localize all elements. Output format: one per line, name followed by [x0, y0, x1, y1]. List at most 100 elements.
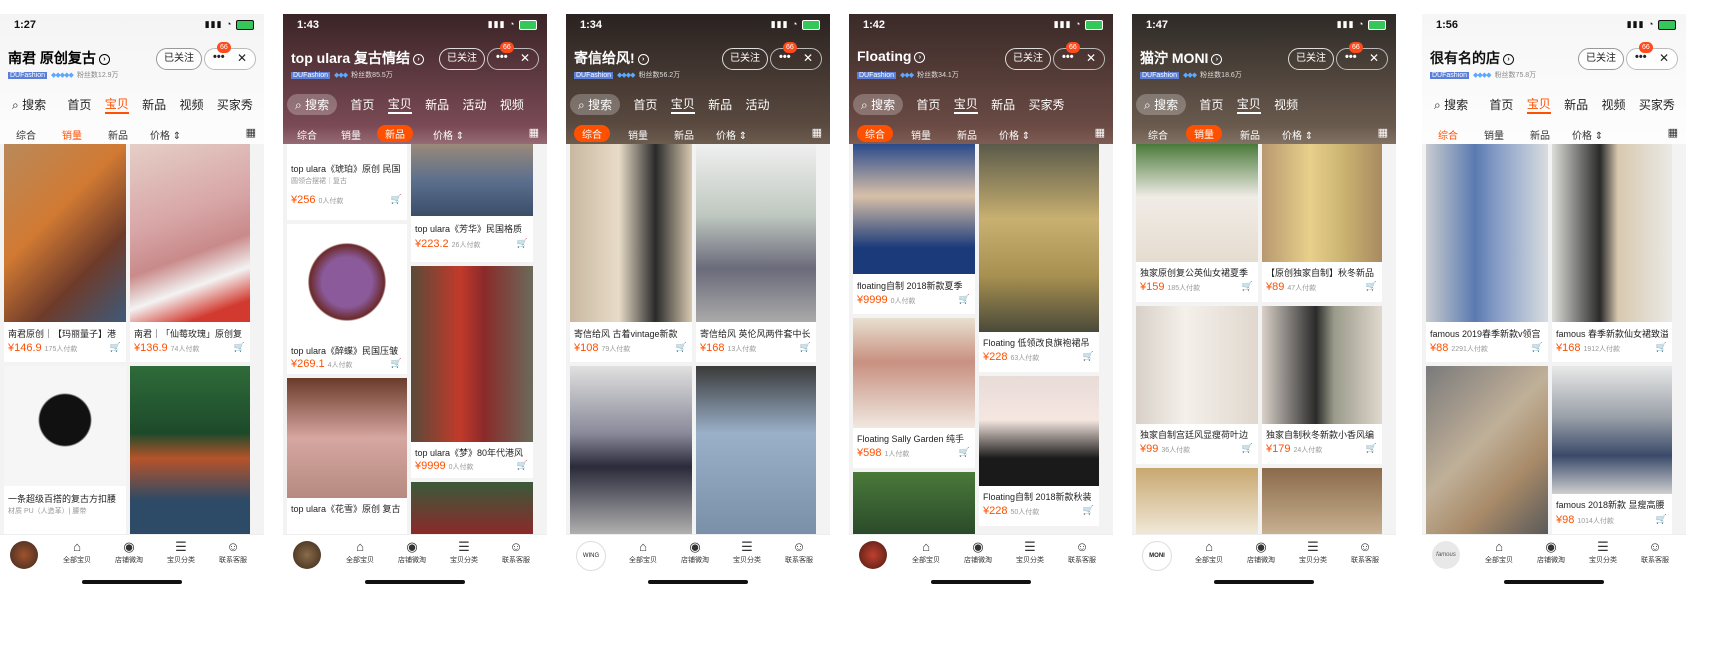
product-card[interactable]: 独家自制宫廷风显瘦荷叶边 ¥99 36人付款 🛒 [1136, 306, 1258, 464]
product-card[interactable] [853, 472, 975, 534]
bottom-all-products[interactable]: ⌂ 全部宝贝 [335, 539, 385, 565]
bottom-contact[interactable]: ☺ 联系客服 [491, 539, 541, 565]
grid-view-icon[interactable]: ▦ [1095, 126, 1105, 139]
store-avatar[interactable] [293, 541, 321, 569]
sort-comprehensive[interactable]: 综合 [1148, 127, 1168, 142]
store-name[interactable]: top ulara 复古情结 › [291, 48, 425, 68]
tab-new[interactable]: 新品 [425, 96, 449, 113]
grid-view-icon[interactable]: ▦ [246, 126, 256, 139]
bottom-categories[interactable]: ☰ 宝贝分类 [1005, 539, 1055, 565]
home-indicator[interactable] [1214, 580, 1314, 584]
tab-home[interactable]: 首页 [350, 96, 374, 113]
cart-icon[interactable]: 🛒 [517, 238, 528, 249]
product-card[interactable]: Floating自制 2018新款秋装 ¥228 50人付款 🛒 [979, 376, 1099, 526]
close-icon[interactable]: ✕ [237, 51, 247, 65]
tab-activity[interactable]: 活动 [746, 96, 770, 113]
cart-icon[interactable]: 🛒 [110, 342, 121, 353]
bottom-store-feed[interactable]: ◉ 店铺微淘 [1526, 539, 1576, 565]
tab-video[interactable]: 视频 [180, 96, 204, 113]
product-card[interactable]: 一条超级百搭的复古方扣腰 材质 PU（人造革）| 腰带 [4, 366, 126, 534]
product-card[interactable]: famous 2018新款 显瘦高腰 ¥98 1014人付款 🛒 [1552, 366, 1672, 534]
tab-new[interactable]: 新品 [142, 96, 166, 113]
tab-new[interactable]: 新品 [991, 96, 1015, 113]
tab-new[interactable]: 新品 [1564, 96, 1588, 113]
product-card[interactable] [1426, 366, 1548, 534]
home-indicator[interactable] [648, 580, 748, 584]
cart-icon[interactable]: 🛒 [676, 342, 687, 353]
tab-search[interactable]: ⌕ 搜索 [853, 94, 904, 115]
tab-buyer-show[interactable]: 买家秀 [217, 96, 253, 113]
info-icon[interactable]: › [98, 53, 110, 65]
cart-icon[interactable]: 🛒 [1532, 342, 1543, 353]
bottom-contact[interactable]: ☺ 联系客服 [774, 539, 824, 565]
sort-sales[interactable]: 销量 [1186, 125, 1222, 142]
store-name[interactable]: 很有名的店 › [1430, 48, 1514, 68]
cart-icon[interactable]: 🛒 [1083, 505, 1094, 516]
tab-home[interactable]: 首页 [67, 96, 91, 113]
sort-price[interactable]: 价格 ⇕ [150, 127, 181, 142]
store-avatar[interactable]: famous [1432, 541, 1460, 569]
tab-products[interactable]: 宝贝 [670, 95, 695, 114]
home-indicator[interactable] [1504, 580, 1604, 584]
bottom-categories[interactable]: ☰ 宝贝分类 [1578, 539, 1628, 565]
bottom-contact[interactable]: ☺ 联系客服 [208, 539, 258, 565]
bottom-categories[interactable]: ☰ 宝贝分类 [722, 539, 772, 565]
close-icon[interactable]: ✕ [1659, 51, 1669, 65]
sort-comprehensive[interactable]: 综合 [574, 125, 610, 142]
cart-icon[interactable]: 🛒 [1083, 351, 1094, 362]
tab-search[interactable]: ⌕ 搜索 [4, 94, 54, 115]
bottom-store-feed[interactable]: ◉ 店铺微淘 [104, 539, 154, 565]
tab-video[interactable]: 视频 [500, 96, 524, 113]
store-avatar[interactable]: WING [576, 541, 606, 571]
product-card[interactable]: top ulara《花雪》原创 复古 [287, 378, 407, 534]
sort-sales[interactable]: 销量 [341, 127, 361, 142]
product-card[interactable]: famous 春季新款仙女裙致溢 ¥168 1912人付款 🛒 [1552, 144, 1672, 362]
tab-products[interactable]: 宝贝 [953, 95, 978, 114]
tab-search[interactable]: ⌕ 搜索 [570, 94, 621, 115]
tab-video[interactable]: 视频 [1274, 96, 1298, 113]
product-card[interactable] [411, 482, 533, 534]
product-card[interactable]: Floating 低领改良旗袍裙吊 ¥228 63人付款 🛒 [979, 144, 1099, 372]
cart-icon[interactable]: 🛒 [391, 194, 402, 205]
cart-icon[interactable]: 🛒 [1656, 342, 1667, 353]
grid-view-icon[interactable]: ▦ [1378, 126, 1388, 139]
product-card[interactable] [696, 366, 816, 534]
close-icon[interactable]: ✕ [520, 51, 530, 65]
close-icon[interactable]: ✕ [1086, 51, 1096, 65]
sort-price[interactable]: 价格 ⇕ [999, 127, 1030, 142]
sort-sales[interactable]: 销量 [911, 127, 931, 142]
bottom-contact[interactable]: ☺ 联系客服 [1340, 539, 1390, 565]
sort-price[interactable]: 价格 ⇕ [433, 127, 464, 142]
product-card[interactable]: 【原创独家自制】秋冬新品 ¥89 47人付款 🛒 [1262, 144, 1382, 302]
cart-icon[interactable]: 🛒 [1242, 443, 1253, 454]
home-indicator[interactable] [82, 580, 182, 584]
product-card[interactable]: top ulara《琥珀》原创 民国 圆领合摆裙｜复古 ¥256 0人付款 🛒 [287, 144, 407, 220]
sort-new[interactable]: 新品 [674, 127, 694, 142]
tab-home[interactable]: 首页 [1489, 96, 1513, 113]
tab-home[interactable]: 首页 [633, 96, 657, 113]
store-name[interactable]: Floating › [857, 48, 926, 64]
store-name[interactable]: 南君 原创复古 › [8, 48, 110, 68]
sort-new[interactable]: 新品 [957, 127, 977, 142]
product-card[interactable]: 寄信给风 英伦风两件套中长 ¥168 13人付款 🛒 [696, 144, 816, 362]
follow-button[interactable]: 已关注 [1288, 48, 1334, 70]
cart-icon[interactable]: 🛒 [800, 342, 811, 353]
product-card[interactable]: floating自制 2018新款夏季 ¥9999 0人付款 🛒 [853, 144, 975, 314]
bottom-all-products[interactable]: ⌂ 全部宝贝 [1184, 539, 1234, 565]
follow-button[interactable]: 已关注 [1578, 48, 1624, 70]
tab-search[interactable]: ⌕ 搜索 [287, 94, 338, 115]
sort-new[interactable]: 新品 [1530, 127, 1550, 142]
sort-sales[interactable]: 销量 [62, 127, 82, 142]
store-name[interactable]: 寄信给风! › [574, 48, 649, 68]
tab-video[interactable]: 视频 [1602, 96, 1626, 113]
close-icon[interactable]: ✕ [803, 51, 813, 65]
bottom-categories[interactable]: ☰ 宝贝分类 [439, 539, 489, 565]
grid-view-icon[interactable]: ▦ [1668, 126, 1678, 139]
product-card[interactable]: top ulara《醉蝶》民国压皱 ¥269.1 4人付款 🛒 [287, 224, 407, 374]
sort-comprehensive[interactable]: 综合 [297, 127, 317, 142]
grid-view-icon[interactable]: ▦ [529, 126, 539, 139]
home-indicator[interactable] [365, 580, 465, 584]
sort-comprehensive[interactable]: 综合 [16, 127, 36, 142]
cart-icon[interactable]: 🛒 [959, 447, 970, 458]
bottom-store-feed[interactable]: ◉ 店铺微淘 [670, 539, 720, 565]
